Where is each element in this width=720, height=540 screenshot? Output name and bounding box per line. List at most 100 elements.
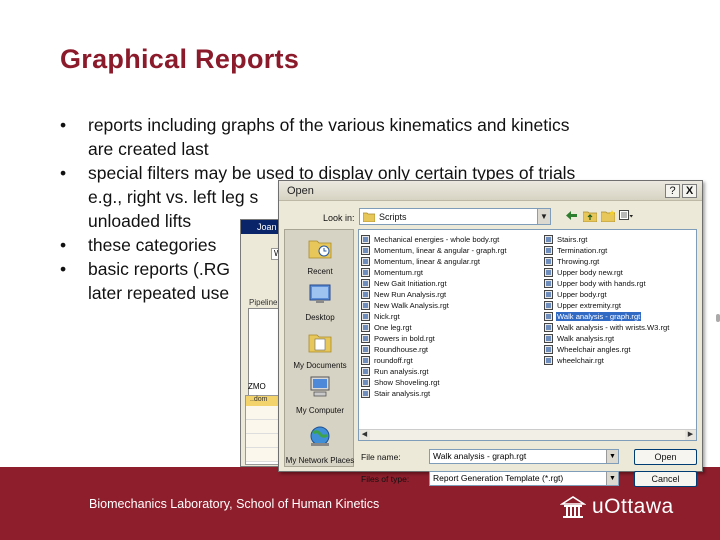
look-in-value: Scripts xyxy=(379,211,407,222)
file-item[interactable]: New Walk Analysis.rgt xyxy=(361,300,536,311)
file-item[interactable]: Wheelchair angles.rgt xyxy=(544,344,696,355)
file-item[interactable]: One leg.rgt xyxy=(361,322,536,333)
file-item[interactable]: Walk analysis.rgt xyxy=(544,333,696,344)
file-name: New Gait Initiation.rgt xyxy=(374,279,447,288)
help-button[interactable]: ? xyxy=(665,184,680,198)
open-button[interactable]: Open xyxy=(634,449,697,465)
file-icon xyxy=(361,345,370,354)
look-in-select[interactable]: Scripts ▼ xyxy=(359,208,551,225)
file-item[interactable]: Walk analysis - graph.rgt xyxy=(544,311,696,322)
back-icon[interactable] xyxy=(564,208,579,223)
file-item[interactable]: Upper body with hands.rgt xyxy=(544,278,696,289)
bullet-dot: • xyxy=(60,235,67,255)
files-of-type-select[interactable]: Report Generation Template (*.rgt) ▼ xyxy=(429,471,619,486)
scroll-left-icon[interactable]: ◀ xyxy=(359,430,370,440)
place-recent[interactable]: Recent xyxy=(285,236,355,276)
file-item[interactable]: Momentum, linear & angular - graph.rgt xyxy=(361,245,536,256)
file-item[interactable]: Upper extremity.rgt xyxy=(544,300,696,311)
cancel-button[interactable]: Cancel xyxy=(634,471,697,487)
file-item[interactable]: Momentum, linear & angular.rgt xyxy=(361,256,536,267)
place-my-documents[interactable]: My Documents xyxy=(285,330,355,370)
horizontal-scrollbar[interactable]: ◀ ▶ xyxy=(359,429,696,440)
file-item[interactable]: Mechanical energies - whole body.rgt xyxy=(361,234,536,245)
file-name: New Run Analysis.rgt xyxy=(374,290,447,299)
file-icon xyxy=(361,246,370,255)
file-item[interactable]: Run analysis.rgt xyxy=(361,366,536,377)
bullet-item: • reports including graphs of the variou… xyxy=(60,113,660,161)
file-item[interactable]: New Run Analysis.rgt xyxy=(361,289,536,300)
file-name: Upper body with hands.rgt xyxy=(557,279,646,288)
file-item[interactable]: Stair analysis.rgt xyxy=(361,388,536,399)
bullet-dot: • xyxy=(60,115,67,135)
slide: Graphical Reports • reports including gr… xyxy=(0,0,720,540)
file-name: Walk analysis - with wrists.W3.rgt xyxy=(557,323,670,332)
scroll-right-icon[interactable]: ▶ xyxy=(685,430,696,440)
computer-icon xyxy=(310,376,330,397)
file-item[interactable]: Upper body new.rgt xyxy=(544,267,696,278)
file-list[interactable]: Mechanical energies - whole body.rgt Mome… xyxy=(358,229,697,441)
desktop-icon xyxy=(309,284,331,303)
open-dialog: Open ? X Look in: Scripts ▼ Recent Deskt… xyxy=(278,180,703,487)
background-window-title: Joan xyxy=(241,220,280,234)
file-name: roundoff.rgt xyxy=(374,356,413,365)
up-folder-icon[interactable] xyxy=(582,208,597,223)
file-item[interactable]: Throwing.rgt xyxy=(544,256,696,267)
file-icon xyxy=(544,323,553,332)
file-item[interactable]: Stairs.rgt xyxy=(544,234,696,245)
view-menu-icon[interactable] xyxy=(618,208,633,223)
file-name: Momentum.rgt xyxy=(374,268,423,277)
file-name: Wheelchair angles.rgt xyxy=(557,345,631,354)
file-name: Walk analysis.rgt xyxy=(557,334,615,343)
background-window-label: Pipeline xyxy=(249,298,278,307)
file-name: Stairs.rgt xyxy=(557,235,588,244)
file-icon xyxy=(361,268,370,277)
file-name: Termination.rgt xyxy=(557,246,608,255)
places-bar: Recent Desktop My Documents My Computer … xyxy=(284,229,354,467)
file-icon xyxy=(361,301,370,310)
file-name-label: File name: xyxy=(361,452,401,462)
place-desktop[interactable]: Desktop xyxy=(285,282,355,322)
place-label: Desktop xyxy=(305,313,335,322)
file-icon xyxy=(544,312,553,321)
file-item[interactable]: Walk analysis - with wrists.W3.rgt xyxy=(544,322,696,333)
chevron-down-icon[interactable]: ▼ xyxy=(537,209,550,224)
file-item[interactable]: Termination.rgt xyxy=(544,245,696,256)
file-item[interactable]: Roundhouse.rgt xyxy=(361,344,536,355)
file-icon xyxy=(544,334,553,343)
bullet-dot: • xyxy=(60,163,67,183)
file-icon xyxy=(544,279,553,288)
file-icon xyxy=(544,356,553,365)
bullet-text: reports including graphs of the various … xyxy=(88,115,570,135)
file-icon xyxy=(361,334,370,343)
bullet-text: later repeated use xyxy=(88,283,230,303)
file-item[interactable]: wheelchair.rgt xyxy=(544,355,696,366)
close-button[interactable]: X xyxy=(682,184,697,198)
file-icon xyxy=(544,345,553,354)
file-item[interactable]: Upper body.rgt xyxy=(544,289,696,300)
file-name: Upper extremity.rgt xyxy=(557,301,622,310)
file-name: Stair analysis.rgt xyxy=(374,389,431,398)
place-my-computer[interactable]: My Computer xyxy=(285,375,355,415)
file-icon xyxy=(544,268,553,277)
chevron-down-icon[interactable]: ▼ xyxy=(606,450,618,463)
file-item[interactable]: Show Shoveling.rgt xyxy=(361,377,536,388)
file-item[interactable]: Powers in bold.rgt xyxy=(361,333,536,344)
chevron-down-icon[interactable]: ▼ xyxy=(606,472,618,485)
new-folder-icon[interactable] xyxy=(600,208,615,223)
file-name-input[interactable]: Walk analysis - graph.rgt ▼ xyxy=(429,449,619,464)
files-of-type-value: Report Generation Template (*.rgt) xyxy=(433,473,564,483)
file-item[interactable]: Nick.rgt xyxy=(361,311,536,322)
file-item[interactable]: Momentum.rgt xyxy=(361,267,536,278)
network-globe-icon xyxy=(310,426,330,446)
file-name: Run analysis.rgt xyxy=(374,367,429,376)
file-item[interactable]: New Gait Initiation.rgt xyxy=(361,278,536,289)
slide-title: Graphical Reports xyxy=(60,44,300,74)
file-icon xyxy=(361,356,370,365)
file-item[interactable]: roundoff.rgt xyxy=(361,355,536,366)
file-icon xyxy=(361,279,370,288)
place-my-network[interactable]: My Network Places xyxy=(285,425,355,465)
place-label: Recent xyxy=(307,267,333,276)
file-name: Mechanical energies - whole body.rgt xyxy=(374,235,500,244)
file-icon xyxy=(361,312,370,321)
look-in-label: Look in: xyxy=(323,213,355,223)
